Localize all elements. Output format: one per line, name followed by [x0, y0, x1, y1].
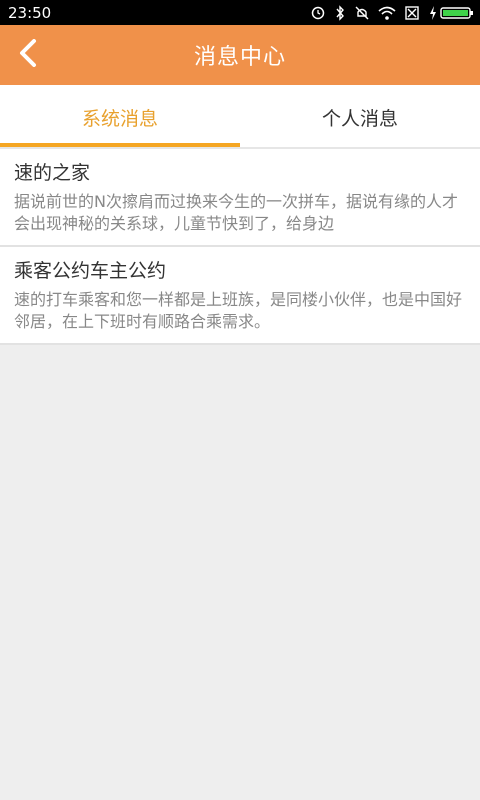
app-bar: 消息中心 — [0, 25, 480, 85]
message-list: 速的之家 据说前世的N次擦肩而过换来今生的一次拼车，据说有缘的人才会出现神秘的关… — [0, 149, 480, 345]
message-title: 速的之家 — [14, 162, 91, 184]
status-icons — [310, 4, 474, 21]
tab-label: 个人消息 — [321, 107, 398, 130]
tab-system-messages[interactable]: 系统消息 — [0, 85, 240, 149]
status-time: 23:50 — [8, 3, 52, 22]
battery-icon — [428, 5, 474, 21]
status-bar: 23:50 — [0, 0, 480, 25]
message-item[interactable]: 速的之家 据说前世的N次擦肩而过换来今生的一次拼车，据说有缘的人才会出现神秘的关… — [0, 149, 480, 247]
page-title: 消息中心 — [193, 45, 286, 70]
message-item[interactable]: 乘客公约车主公约 速的打车乘客和您一样都是上班族，是同楼小伙伴，也是中国好邻居，… — [0, 247, 480, 345]
tab-personal-messages[interactable]: 个人消息 — [240, 85, 480, 149]
tab-label: 系统消息 — [81, 107, 158, 130]
sync-icon — [310, 5, 326, 21]
message-body: 据说前世的N次擦肩而过换来今生的一次拼车，据说有缘的人才会出现神秘的关系球，儿童… — [14, 192, 458, 233]
alarm-off-icon — [354, 5, 370, 21]
chevron-left-icon — [17, 39, 39, 71]
message-title: 乘客公约车主公约 — [14, 260, 167, 282]
bluetooth-icon — [334, 4, 346, 21]
tab-bar: 系统消息 个人消息 — [0, 85, 480, 149]
wifi-icon — [378, 5, 396, 21]
message-body: 速的打车乘客和您一样都是上班族，是同楼小伙伴，也是中国好邻居，在上下班时有顺路合… — [14, 290, 463, 331]
back-button[interactable] — [8, 35, 48, 75]
no-sim-icon — [404, 5, 420, 21]
